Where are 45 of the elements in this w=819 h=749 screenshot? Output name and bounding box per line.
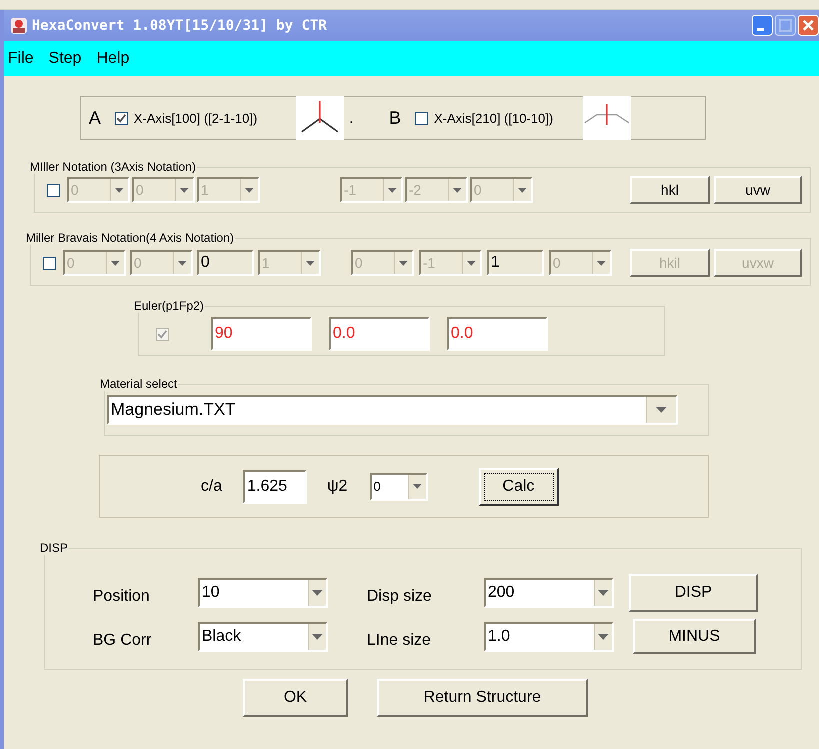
checkbox-label: X-Axis[210] ([10-10]) [434, 110, 554, 126]
axis-diagram-icon [296, 96, 344, 140]
checkbox[interactable] [43, 256, 56, 270]
app-icon [10, 16, 28, 34]
group-label: Euler(p1Fp2) [133, 299, 206, 313]
angle-label: ψ2 [327, 478, 348, 496]
action-button[interactable]: DISP [629, 574, 758, 612]
menu-item[interactable]: File [8, 50, 34, 68]
group-label: DISP [39, 541, 70, 555]
group-label: Miller Bravais Notation(4 Axis Notation) [25, 231, 236, 245]
axis-diagram-icon [583, 96, 632, 140]
menu-item[interactable]: Help [96, 50, 130, 68]
field-label: Position [93, 587, 151, 606]
field-label: Disp size [367, 587, 433, 606]
separator-dot: . [350, 110, 354, 126]
close-icon[interactable] [798, 15, 819, 36]
combo-box[interactable]: 10 [198, 578, 328, 608]
group-label: Material select [99, 377, 178, 391]
checkbox[interactable] [47, 184, 60, 196]
notation-button[interactable]: hkl [630, 176, 710, 204]
field-label: BG Corr [93, 630, 153, 650]
checkbox[interactable] [415, 112, 428, 124]
combo-box[interactable]: Black [198, 622, 328, 652]
action-button[interactable]: MINUS [633, 619, 756, 654]
checkbox[interactable] [115, 112, 128, 124]
combo-box[interactable]: 200 [484, 578, 614, 608]
dialog-button[interactable]: OK [243, 679, 348, 717]
notation-button[interactable]: uvw [714, 176, 802, 204]
window-title: HexaConvert 1.08YT[15/10/31] by CTR [32, 18, 328, 34]
group-label: MIller Notation (3Axis Notation) [29, 160, 198, 174]
ratio-field[interactable]: 1.625 [243, 470, 308, 504]
field-label: LIne size [367, 630, 432, 650]
text-field[interactable]: 0 [197, 250, 254, 276]
option-letter: A [89, 108, 102, 128]
calc-button[interactable]: Calc [478, 468, 559, 506]
combo-box[interactable]: 1.0 [484, 622, 614, 652]
option-letter: B [389, 108, 402, 128]
minimize-icon[interactable] [752, 15, 773, 36]
ratio-label: c/a [201, 478, 222, 496]
combo-box[interactable]: 0 [370, 472, 428, 500]
material-combo-box[interactable]: Magnesium.TXT [107, 395, 678, 425]
text-field[interactable]: 1 [487, 250, 544, 276]
menu-item[interactable]: Step [48, 50, 82, 68]
dialog-button[interactable]: Return Structure [377, 679, 588, 717]
checkbox-label: X-Axis[100] ([2-1-10]) [134, 110, 258, 126]
